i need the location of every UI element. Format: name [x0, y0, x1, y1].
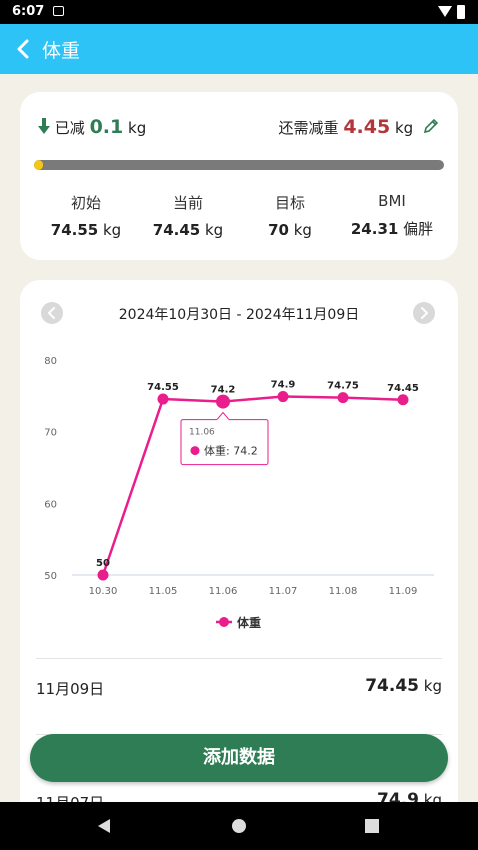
stat-label: 初始 [70, 194, 101, 212]
stat-bmi: BMI 24.31 偏胖 [342, 192, 442, 239]
nav-home-icon[interactable] [231, 818, 247, 834]
status-time: 6:07 [12, 4, 45, 19]
record-date: 11月09日 [36, 680, 105, 698]
data-label: 74.2 [211, 385, 236, 396]
legend-dot [219, 617, 229, 627]
wifi-icon [438, 6, 452, 17]
status-bar: 6:07 [0, 0, 478, 24]
nav-recents-icon[interactable] [364, 818, 380, 834]
progress-fill [34, 160, 44, 170]
x-tick-label: 11.05 [149, 586, 178, 597]
summary-row: 已减 0.1 kg 还需减重 4.45 kg [38, 116, 440, 140]
x-tick-label: 11.09 [389, 586, 418, 597]
stat-value-row: 70 kg [240, 221, 340, 239]
stat-label: 目标 [274, 194, 305, 212]
record-value: 74.45 [365, 676, 419, 696]
stat-current: 当前 74.45 kg [138, 192, 238, 239]
data-label: 74.45 [387, 383, 419, 394]
stat-unit: kg [293, 221, 312, 239]
record-unit: kg [423, 677, 442, 695]
data-point [216, 394, 230, 409]
stat-value-row: 24.31 偏胖 [342, 218, 442, 239]
stat-value-row: 74.55 kg [36, 221, 136, 239]
stat-unit: 偏胖 [403, 220, 434, 238]
lost-group: 已减 0.1 kg [38, 116, 146, 138]
weight-line-chart[interactable]: 50 60 70 80 10.30 11.05 11.06 11.07 11.08 11.09 50… [20, 340, 458, 640]
stat-value: 74.55 [50, 221, 99, 239]
chevron-right-icon [421, 307, 428, 319]
stat-value: 70 [268, 221, 289, 239]
stat-initial: 初始 74.55 kg [36, 192, 136, 239]
data-point [97, 569, 109, 581]
remaining-group: 还需减重 4.45 kg [279, 116, 440, 138]
remaining-value: 4.45 [343, 116, 391, 138]
next-range-button[interactable] [413, 302, 435, 324]
add-data-button[interactable]: 添加数据 [30, 734, 448, 782]
app-bar: 体重 [0, 24, 478, 74]
stat-target: 目标 70 kg [240, 192, 340, 239]
list-divider [36, 658, 442, 659]
list-item[interactable]: 11月09日 74.45 kg [36, 676, 442, 700]
lost-unit: kg [128, 119, 147, 137]
y-tick-label: 70 [44, 428, 57, 439]
battery-icon [457, 5, 465, 19]
x-tick-label: 11.08 [329, 586, 358, 597]
x-tick-label: 10.30 [89, 586, 118, 597]
stat-label: BMI [378, 192, 406, 210]
nav-back-icon[interactable] [96, 818, 112, 834]
tooltip-pointer [215, 411, 231, 421]
image-notification-icon [53, 6, 64, 16]
data-point [157, 393, 169, 405]
stat-unit: kg [103, 221, 122, 239]
tooltip-text: 体重: 74.2 [204, 444, 258, 458]
remaining-label: 还需减重 [278, 119, 339, 137]
x-tick-label: 11.06 [209, 586, 238, 597]
data-label: 50 [96, 558, 110, 569]
record-weight: 74.45 kg [365, 676, 442, 696]
data-point [337, 392, 349, 404]
chevron-left-icon [17, 39, 29, 59]
data-point [277, 391, 289, 403]
lost-label: 已减 [54, 119, 85, 137]
remaining-unit: kg [395, 119, 414, 137]
stat-label: 当前 [172, 194, 203, 212]
tooltip-series-dot [190, 446, 200, 456]
progress-bar [34, 160, 444, 170]
page-title: 体重 [42, 40, 81, 62]
data-label: 74.55 [147, 382, 179, 393]
stat-value: 74.45 [152, 221, 201, 239]
back-button[interactable] [10, 34, 40, 64]
y-tick-label: 80 [44, 356, 57, 367]
data-label: 74.9 [271, 380, 296, 391]
data-point [397, 394, 409, 406]
summary-card: 已减 0.1 kg 还需减重 4.45 kg 初始 74.55 kg 当前 74… [20, 92, 458, 260]
y-tick-label: 60 [44, 499, 57, 510]
tooltip-title: 11.06 [189, 428, 215, 438]
tooltip-pointer-gap [217, 419, 229, 422]
lost-value: 0.1 [89, 116, 124, 138]
tooltip-box [180, 419, 269, 466]
stat-unit: kg [205, 221, 224, 239]
stats-row: 初始 74.55 kg 当前 74.45 kg 目标 70 kg BMI 24.… [20, 192, 458, 242]
x-tick-label: 11.07 [269, 586, 298, 597]
edit-pencil-icon[interactable] [422, 117, 440, 135]
y-tick-label: 50 [44, 571, 57, 582]
date-range: 2024年10月30日 - 2024年11月09日 [118, 307, 360, 323]
legend-label: 体重 [237, 615, 261, 630]
data-label: 74.75 [327, 381, 359, 392]
stat-value-row: 74.45 kg [138, 221, 238, 239]
system-nav-bar [0, 802, 478, 850]
stat-value: 24.31 [350, 220, 399, 238]
arrow-down-icon [38, 118, 50, 134]
